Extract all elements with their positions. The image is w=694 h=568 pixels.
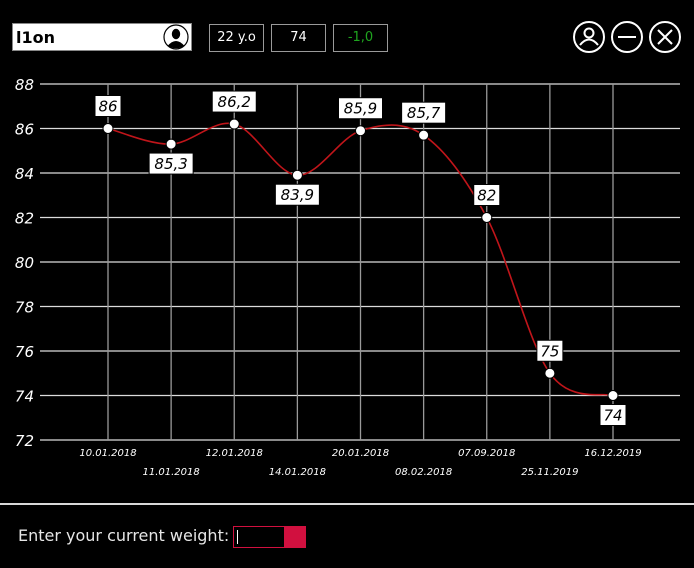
data-point (102, 123, 114, 134)
y-tick-label: 74 (15, 388, 34, 406)
x-tick-label: 10.01.2018 (79, 448, 136, 459)
x-tick-label: 25.11.2019 (521, 467, 578, 478)
text-cursor (237, 530, 238, 544)
weight-prompt-label: Enter your current weight: (18, 526, 230, 545)
data-point (165, 138, 177, 150)
data-label: 85,9 (344, 100, 377, 118)
data-label: 86,2 (218, 93, 251, 111)
data-point (544, 367, 556, 379)
data-point (418, 129, 430, 141)
y-tick-label: 72 (15, 432, 34, 450)
y-tick-label: 86 (15, 121, 34, 139)
x-tick-label: 14.01.2018 (269, 467, 326, 478)
data-label: 75 (540, 342, 559, 360)
data-label: 85,7 (407, 104, 441, 122)
data-point (481, 212, 493, 223)
data-label: 86 (98, 98, 117, 116)
weight-chart: 72 74 76 78 80 82 84 86 88 10.01.2018 11.01.2018 12… (15, 76, 680, 478)
x-tick-label: 12.01.2018 (206, 448, 263, 459)
weight-input[interactable] (233, 526, 285, 548)
data-label: 82 (477, 187, 496, 205)
data-point (355, 125, 366, 137)
data-point (228, 118, 240, 130)
y-tick-label: 82 (15, 210, 34, 228)
x-tick-label: 07.09.2018 (458, 448, 515, 459)
data-point (607, 390, 619, 401)
data-label: 85,3 (154, 155, 187, 173)
y-tick-label: 84 (15, 165, 34, 183)
submit-weight-button[interactable] (285, 526, 306, 548)
data-label: 74 (603, 407, 622, 425)
footer-divider (0, 503, 694, 505)
y-tick-label: 88 (15, 76, 34, 94)
y-tick-label: 80 (15, 254, 34, 272)
x-tick-label: 11.01.2018 (142, 467, 199, 478)
data-label: 83,9 (281, 186, 314, 204)
x-tick-label: 08.02.2018 (395, 467, 452, 478)
y-tick-label: 78 (15, 299, 34, 317)
y-tick-label: 76 (15, 343, 34, 361)
x-tick-label: 20.01.2018 (332, 448, 389, 459)
x-tick-label: 16.12.2019 (584, 448, 641, 459)
data-point (291, 169, 303, 181)
